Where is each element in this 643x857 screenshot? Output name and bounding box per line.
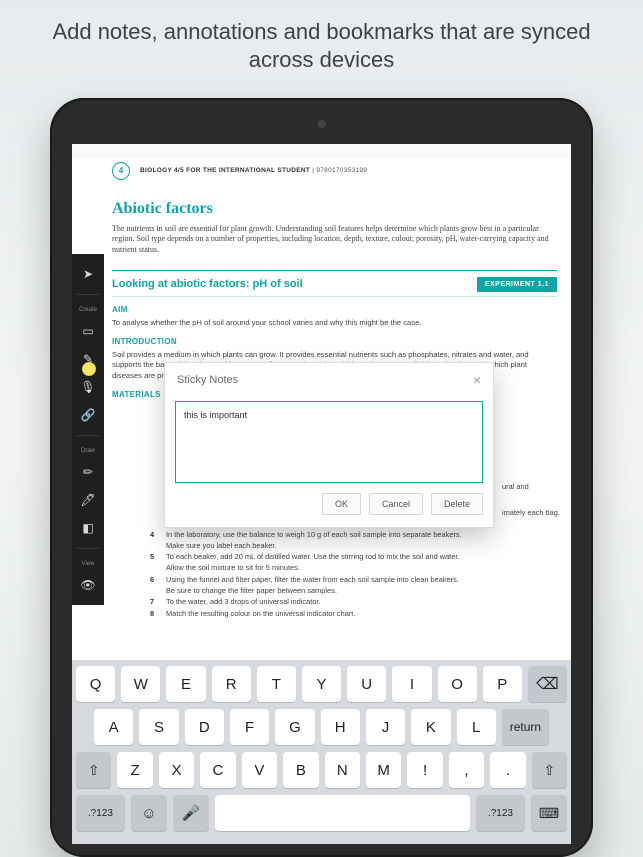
section-intro-text: The nutrients in soil are essential for … bbox=[112, 224, 557, 256]
text-fragment: imately each bag. bbox=[502, 508, 560, 518]
experiment-tag: EXPERIMENT 1.1 bbox=[477, 277, 557, 292]
key-t[interactable]: T bbox=[257, 666, 296, 702]
key-k[interactable]: K bbox=[411, 709, 450, 745]
pointer-tool-icon[interactable]: ➤ bbox=[78, 264, 98, 284]
status-bar bbox=[72, 144, 571, 158]
key-e[interactable]: E bbox=[166, 666, 205, 702]
key-y[interactable]: Y bbox=[302, 666, 341, 702]
aim-text: To analyse whether the pH of soil around… bbox=[112, 318, 557, 329]
onscreen-keyboard: Q W E R T Y U I O P ⌫ A S D F G H J K bbox=[72, 660, 571, 844]
toolbar-label-view: View bbox=[72, 559, 104, 567]
key-z[interactable]: Z bbox=[117, 752, 152, 788]
key-n[interactable]: N bbox=[325, 752, 360, 788]
experiment-title: Looking at abiotic factors: pH of soil bbox=[112, 277, 303, 292]
key-d[interactable]: D bbox=[185, 709, 224, 745]
kbd-row-2: A S D F G H J K L return bbox=[76, 709, 567, 745]
key-backspace[interactable]: ⌫ bbox=[528, 666, 567, 702]
kbd-row-3: ⇧ Z X C V B N M ! , . ⇧ bbox=[76, 752, 567, 788]
key-r[interactable]: R bbox=[212, 666, 251, 702]
text-tool-icon[interactable]: ▭ bbox=[78, 321, 98, 341]
key-m[interactable]: M bbox=[366, 752, 401, 788]
key-comma[interactable]: , bbox=[449, 752, 484, 788]
ipad-frame: ➤ Create ▭ ✎ 🎙 🔗 Draw ✏ 🖊 ◧ View 👁 4 BIO… bbox=[50, 98, 593, 857]
pencil-tool-icon[interactable]: ✏ bbox=[78, 462, 98, 482]
toolbar-label-draw: Draw bbox=[72, 446, 104, 454]
key-p[interactable]: P bbox=[483, 666, 522, 702]
key-u[interactable]: U bbox=[347, 666, 386, 702]
key-x[interactable]: X bbox=[159, 752, 194, 788]
key-numbers[interactable]: .?123 bbox=[76, 795, 125, 831]
close-icon[interactable]: × bbox=[473, 373, 481, 387]
key-a[interactable]: A bbox=[94, 709, 133, 745]
key-return[interactable]: return bbox=[502, 709, 549, 745]
experiment-banner: Looking at abiotic factors: pH of soil E… bbox=[112, 270, 557, 297]
delete-button[interactable]: Delete bbox=[431, 493, 483, 515]
key-c[interactable]: C bbox=[200, 752, 235, 788]
key-b[interactable]: B bbox=[283, 752, 318, 788]
key-emoji-icon[interactable]: ☺ bbox=[131, 795, 167, 831]
key-shift[interactable]: ⇧ bbox=[76, 752, 111, 788]
section-heading: Abiotic factors bbox=[112, 198, 557, 220]
key-w[interactable]: W bbox=[121, 666, 160, 702]
link-tool-icon[interactable]: 🔗 bbox=[78, 405, 98, 425]
key-j[interactable]: J bbox=[366, 709, 405, 745]
key-g[interactable]: G bbox=[275, 709, 314, 745]
audio-tool-icon[interactable]: 🎙 bbox=[78, 377, 98, 397]
key-mic-icon[interactable]: 🎤 bbox=[173, 795, 209, 831]
key-v[interactable]: V bbox=[242, 752, 277, 788]
promo-headline: Add notes, annotations and bookmarks tha… bbox=[0, 0, 643, 85]
key-dismiss-keyboard-icon[interactable]: ⌨ bbox=[531, 795, 567, 831]
page-running-header: BIOLOGY 4/5 FOR THE INTERNATIONAL STUDEN… bbox=[140, 167, 367, 176]
kbd-row-4: .?123 ☺ 🎤 .?123 ⌨ bbox=[76, 795, 567, 831]
key-numbers-right[interactable]: .?123 bbox=[476, 795, 525, 831]
key-i[interactable]: I bbox=[392, 666, 431, 702]
screen: ➤ Create ▭ ✎ 🎙 🔗 Draw ✏ 🖊 ◧ View 👁 4 BIO… bbox=[72, 144, 571, 844]
aim-heading: AIM bbox=[112, 305, 557, 316]
highlighter-tool-icon[interactable]: 🖊 bbox=[78, 490, 98, 510]
left-toolbar: ➤ Create ▭ ✎ 🎙 🔗 Draw ✏ 🖊 ◧ View 👁 bbox=[72, 254, 104, 605]
key-space[interactable] bbox=[215, 795, 470, 831]
sticky-note-popup: Sticky Notes × this is important OK Canc… bbox=[164, 362, 494, 528]
ok-button[interactable]: OK bbox=[322, 493, 361, 515]
kbd-row-1: Q W E R T Y U I O P ⌫ bbox=[76, 666, 567, 702]
text-fragment: ural and bbox=[502, 482, 560, 492]
introduction-heading: INTRODUCTION bbox=[112, 337, 557, 348]
method-steps: 4In the laboratory, use the balance to w… bbox=[150, 530, 553, 621]
key-shift-right[interactable]: ⇧ bbox=[532, 752, 567, 788]
key-o[interactable]: O bbox=[438, 666, 477, 702]
key-period[interactable]: . bbox=[490, 752, 525, 788]
sticky-note-textarea[interactable]: this is important bbox=[175, 401, 483, 483]
page-number-badge: 4 bbox=[112, 162, 130, 180]
cancel-button[interactable]: Cancel bbox=[369, 493, 423, 515]
view-tool-icon[interactable]: 👁 bbox=[78, 575, 98, 595]
sticky-note-marker-icon[interactable] bbox=[82, 362, 96, 376]
sticky-note-title: Sticky Notes bbox=[177, 374, 238, 386]
key-exclaim[interactable]: ! bbox=[407, 752, 442, 788]
key-f[interactable]: F bbox=[230, 709, 269, 745]
ipad-camera bbox=[318, 120, 326, 128]
toolbar-label-create: Create bbox=[72, 305, 104, 313]
key-h[interactable]: H bbox=[321, 709, 360, 745]
key-q[interactable]: Q bbox=[76, 666, 115, 702]
key-l[interactable]: L bbox=[457, 709, 496, 745]
eraser-tool-icon[interactable]: ◧ bbox=[78, 518, 98, 538]
key-s[interactable]: S bbox=[139, 709, 178, 745]
